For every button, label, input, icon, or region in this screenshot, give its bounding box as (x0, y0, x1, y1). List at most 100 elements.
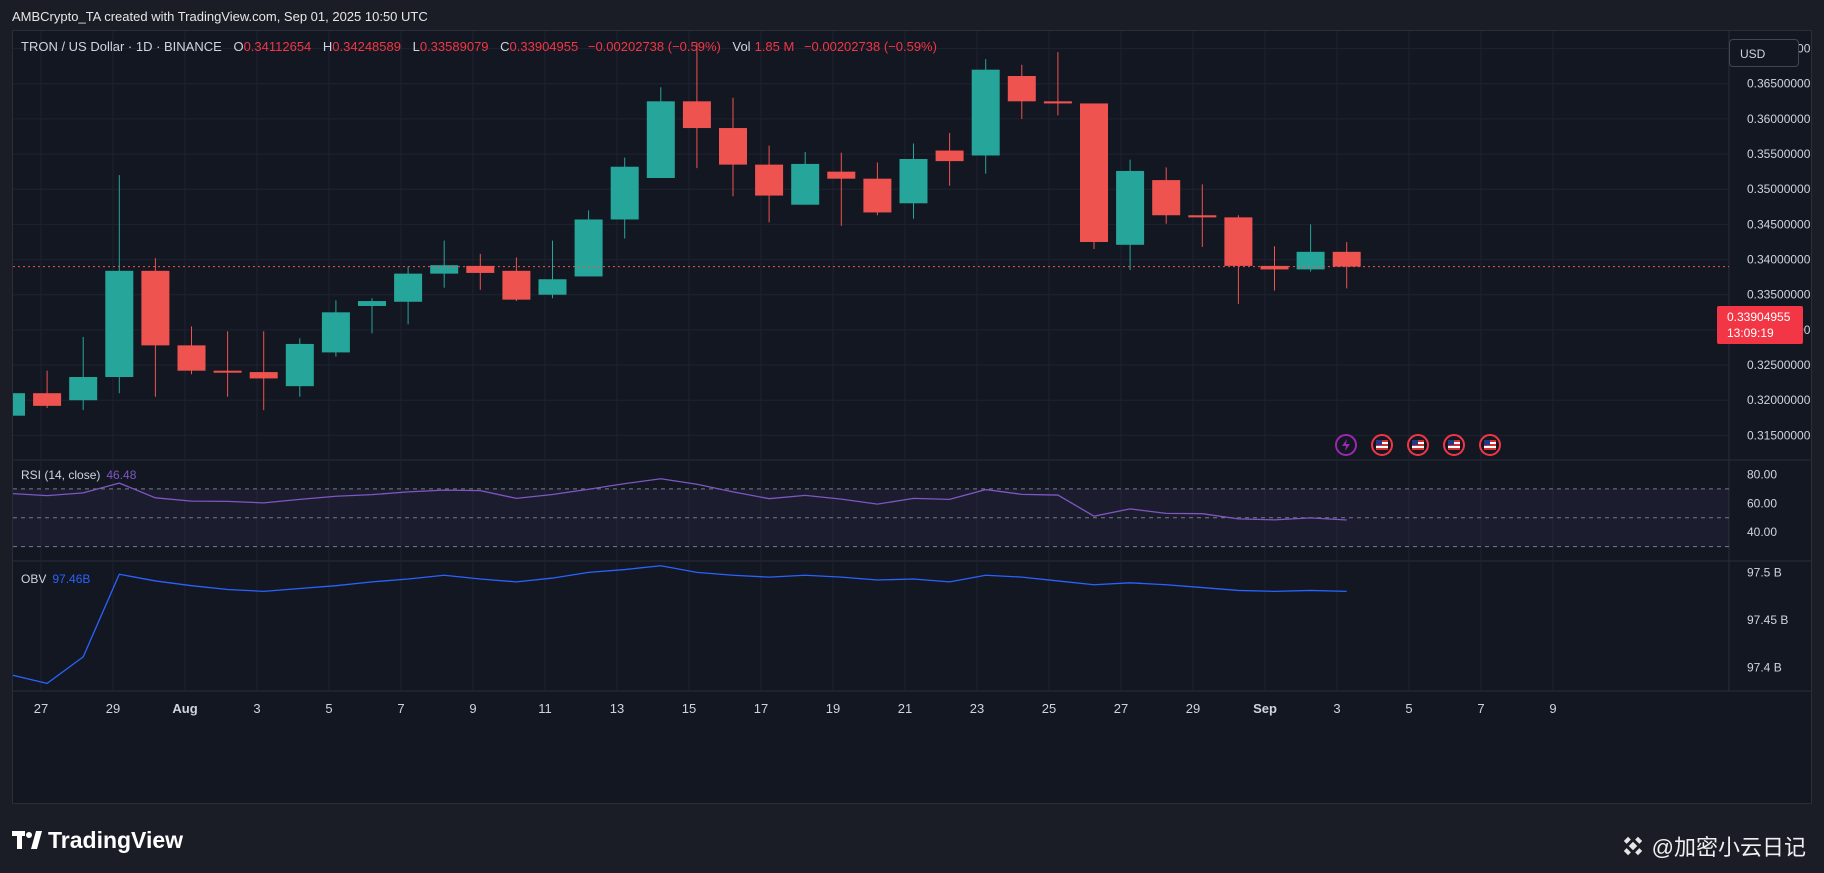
time-tick-label: 23 (970, 701, 984, 716)
candle-body (791, 163, 820, 205)
candle-body (899, 158, 928, 204)
volume-change-value: −0.00202738 (−0.59%) (803, 39, 937, 54)
last-price-value: 0.33904955 (1727, 310, 1791, 324)
flag-canton (1412, 440, 1418, 445)
time-tick-label: Sep (1253, 701, 1277, 716)
tradingview-icon (12, 829, 42, 851)
flag-stripe (1484, 448, 1496, 450)
time-tick-label: 27 (34, 701, 48, 716)
obv-tick-label: 97.45 B (1747, 613, 1788, 627)
price-tick-label: 0.36500000 (1747, 77, 1811, 91)
candle-body (33, 393, 62, 406)
time-tick-label: 3 (253, 701, 260, 716)
time-tick-label: 15 (682, 701, 696, 716)
candle-body (141, 270, 170, 346)
price-chart-canvas[interactable]: 27 29 Aug 3 5 7 9 11 13 15 17 19 21 23 25 27 29 Sep 3 5 7 9 0.… (13, 31, 1812, 804)
time-tick-label: 27 (1114, 701, 1128, 716)
candle-body (1007, 76, 1036, 102)
flag-stripe (1412, 448, 1424, 450)
watermark-text: @加密小云日记 (1651, 835, 1806, 860)
price-tick-label: 0.32000000 (1747, 393, 1811, 407)
candle-body (466, 265, 495, 273)
candle-body (719, 128, 747, 165)
candle-body (610, 166, 639, 220)
rsi-value: 46.48 (106, 468, 137, 482)
last-price-tag: 0.33904955 13:09:19 (1717, 306, 1803, 344)
time-tick-label: 25 (1042, 701, 1056, 716)
time-tick-label: 13 (610, 701, 624, 716)
high-value: 0.34248589 (332, 39, 401, 54)
low-label: L (412, 39, 420, 54)
flag-canton (1448, 440, 1454, 445)
close-label: C (500, 39, 510, 54)
time-tick-label: 5 (1405, 701, 1412, 716)
candle-body (213, 370, 242, 373)
price-tick-label: 0.32500000 (1747, 358, 1811, 372)
time-tick-label: 7 (1477, 701, 1484, 716)
candle-body (285, 343, 314, 387)
candle-body (646, 101, 675, 178)
obv-tick-label: 97.5 B (1747, 565, 1782, 579)
candle-body (935, 150, 964, 162)
price-tick-label: 0.35000000 (1747, 182, 1811, 196)
price-tick-label: 0.33500000 (1747, 288, 1811, 302)
time-tick-label: 7 (397, 701, 404, 716)
change-value: −0.00202738 (−0.59%) (587, 39, 721, 54)
obv-legend[interactable]: OBV 97.46B (21, 572, 90, 586)
price-tick-label: 0.34500000 (1747, 217, 1811, 231)
candle-body (1080, 103, 1108, 242)
open-value: 0.34112654 (243, 39, 312, 54)
obv-value: 97.46B (52, 572, 91, 586)
candle-body (538, 279, 567, 295)
candle-body (1188, 215, 1217, 218)
high-label: H (322, 39, 333, 54)
candle-body (13, 393, 25, 416)
tradingview-logo[interactable]: TradingView (12, 826, 183, 854)
rsi-tick-label: 80.00 (1747, 467, 1777, 481)
currency-button[interactable]: USD (1729, 39, 1799, 67)
obv-tick-label: 97.4 B (1747, 660, 1782, 674)
candle-body (1296, 251, 1325, 270)
candle-body (971, 69, 1000, 156)
flag-stripe (1448, 448, 1460, 450)
candle-body (69, 377, 98, 401)
symbol-title[interactable]: TRON / US Dollar · 1D · BINANCE (21, 39, 222, 54)
price-tick-label: 0.35500000 (1747, 147, 1811, 161)
rsi-tick-label: 60.00 (1747, 496, 1777, 510)
flag-stripe (1376, 448, 1388, 450)
candle-body (105, 270, 134, 378)
chart-caption: AMBCrypto_TA created with TradingView.co… (12, 9, 428, 24)
flag-canton (1484, 440, 1490, 445)
price-tick-label: 0.36000000 (1747, 112, 1811, 126)
candle-body (177, 345, 206, 371)
time-tick-label: 5 (325, 701, 332, 716)
volume-value: 1.85 M (754, 39, 795, 54)
rsi-legend[interactable]: RSI (14, close) 46.48 (21, 468, 136, 482)
time-tick-label: 3 (1333, 701, 1340, 716)
candle-body (394, 273, 423, 302)
candle-body (1116, 170, 1145, 245)
candle-body (358, 301, 386, 306)
candle-body (863, 178, 892, 213)
candle-body (574, 219, 603, 277)
price-tick-label: 0.31500000 (1747, 428, 1811, 442)
time-tick-label: 29 (1186, 701, 1200, 716)
candle-body (1152, 180, 1181, 216)
flag-canton (1376, 440, 1382, 445)
rsi-label: RSI (14, close) (21, 468, 101, 482)
obv-label: OBV (21, 572, 47, 586)
chart-frame[interactable]: 27 29 Aug 3 5 7 9 11 13 15 17 19 21 23 25 27 29 Sep 3 5 7 9 0.… (12, 30, 1812, 804)
candle-body (321, 312, 350, 353)
rsi-tick-label: 40.00 (1747, 525, 1777, 539)
candle-body (827, 171, 856, 179)
time-tick-label: 9 (1549, 701, 1556, 716)
time-tick-label: 19 (826, 701, 840, 716)
brand-name: TradingView (48, 826, 184, 853)
candle-body (755, 164, 784, 196)
open-label: O (233, 39, 244, 54)
time-tick-label: 21 (898, 701, 912, 716)
candle-body (682, 101, 711, 129)
candle-body (249, 372, 278, 379)
time-tick-label: 11 (538, 701, 552, 716)
binance-icon (1620, 833, 1646, 859)
